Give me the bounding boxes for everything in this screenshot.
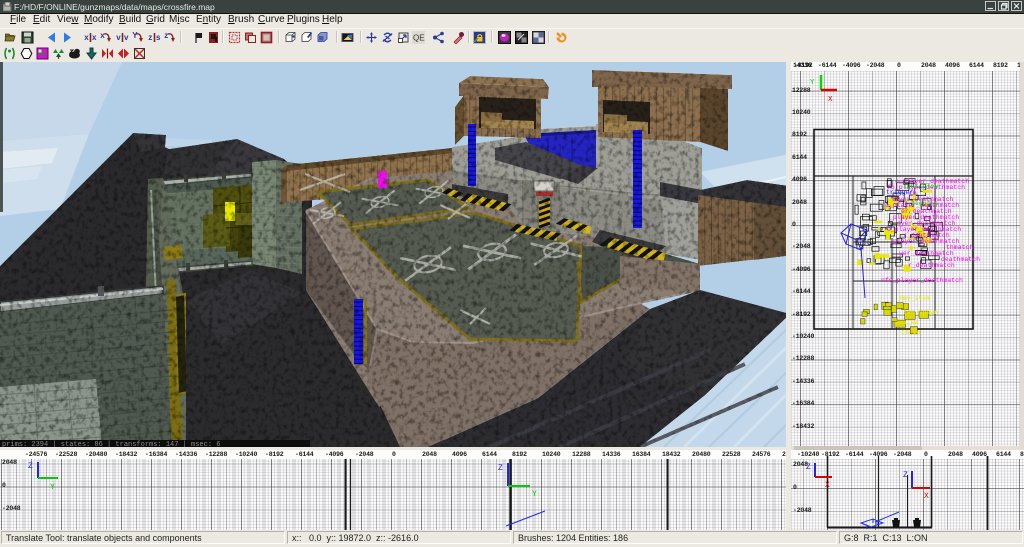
svg-text:tt_uu: tt_uu [901,329,921,336]
svg-text:s: s [156,33,161,42]
svg-text:nfo_player_deathmatch: nfo_player_deathmatch [881,277,963,284]
svg-text:Y: Y [532,490,537,499]
svg-text:Y: Y [810,79,815,87]
svg-text:v: v [116,33,121,42]
svg-text:thmatch: thmatch [946,244,973,251]
svg-text:Z: Z [903,471,908,480]
svg-text:x: x [84,33,89,42]
svg-text:z: z [148,33,152,42]
svg-text:X: X [924,492,929,501]
svg-text:x: x [92,33,97,42]
svg-text:Y: Y [50,483,55,492]
svg-text:x: x [100,31,105,40]
svg-text:deathmatch: deathmatch [941,256,980,263]
svg-text:Z: Z [806,463,811,472]
svg-text:z: z [164,31,168,40]
svg-text:X: X [825,481,830,490]
svg-text:light_s: light_s [911,200,938,207]
svg-text:mmy_item: mmy_item [899,295,930,302]
svg-text:prims: 2394 | states: 86 | tra: prims: 2394 | states: 86 | transforms: 1… [2,441,220,447]
svg-text:QE: QE [413,34,425,43]
svg-text:Z: Z [498,464,503,473]
svg-text:trigger: trigger [886,189,913,196]
svg-text:r_deathmatch: r_deathmatch [908,262,955,269]
svg-text:tem_spawn: tem_spawn [903,309,938,316]
svg-text:Z: Z [28,462,33,471]
svg-text:X: X [828,96,833,104]
svg-text:aaa_ww: aaa_ww [895,319,919,326]
svg-text:Y: Y [132,31,138,40]
svg-text:v: v [124,33,129,42]
